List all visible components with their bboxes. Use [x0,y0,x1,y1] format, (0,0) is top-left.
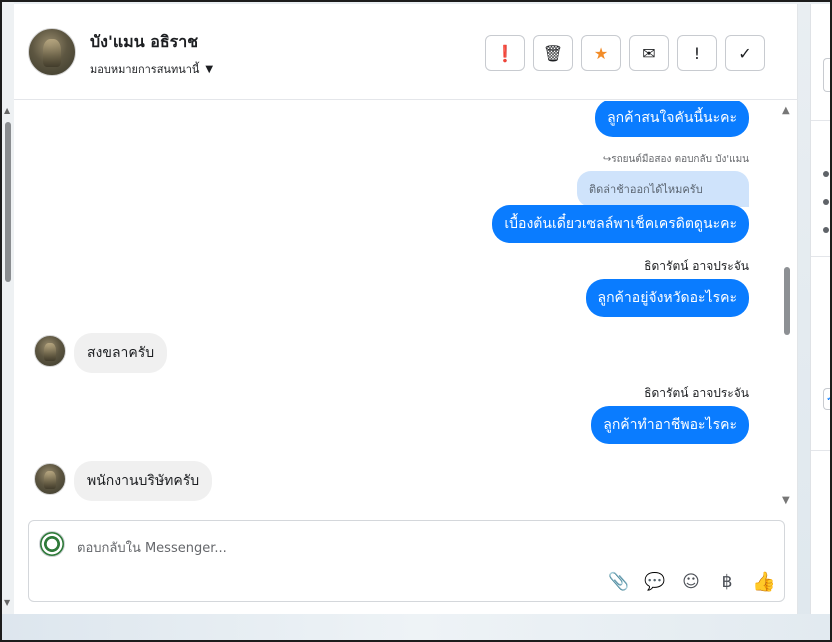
assign-label: มอบหมายการสนทนานี้ [90,63,200,76]
scroll-up-arrow[interactable]: ▲ [4,106,10,115]
assign-conversation-dropdown[interactable]: มอบหมายการสนทนานี้ ▼ [90,60,213,78]
envelope-icon: ✉ [642,43,656,63]
contact-avatar-small[interactable] [34,335,66,367]
like-icon[interactable]: 👍 [752,570,776,593]
composer-actions: 📎 💬 ☺ ฿ 👍 [608,570,776,593]
location-icon [823,199,829,205]
divider [811,256,830,257]
saved-replies-icon[interactable]: 💬 [644,572,666,592]
scroll-up-arrow[interactable]: ▲ [782,105,790,116]
divider [811,450,830,451]
trash-icon: 🗑 [542,43,564,63]
message-scroll-thumb[interactable] [784,267,790,335]
attach-icon[interactable]: 📎 [608,572,630,592]
payment-icon[interactable]: ฿ [716,572,738,592]
sender-name: ธิดารัตน์ อาจประจัน [644,259,749,273]
reply-meta: ↪รถยนต์มือสอง ตอบกลับ บัง'แมน [602,154,749,165]
page-logo-icon [39,531,65,557]
info-icon [823,171,829,177]
sender-name: ธิดารัตน์ อาจประจัน [644,386,749,400]
caret-down-icon: ▼ [205,63,214,75]
delete-button[interactable]: 🗑 [533,35,573,71]
app-window: ▲ ▼ บัง'แมน อธิราช มอบหมายการสนทนานี้ ▼ … [0,0,832,642]
reply-composer[interactable]: ตอบกลับใน Messenger... 📎 💬 ☺ ฿ 👍 [28,520,785,602]
desktop-background [2,614,830,640]
mark-done-button[interactable]: ✓ [725,35,765,71]
contact-avatar[interactable] [28,28,76,76]
message-bubble-outgoing[interactable]: เบื้องต้นเดี๋ยวเซลล์พาเช็คเครดิตดูนะคะ [492,205,749,243]
message-bubble-incoming[interactable]: พนักงานบริษัทครับ [74,461,213,501]
scroll-down-arrow[interactable]: ▼ [4,598,10,607]
star-icon: ★ [593,43,609,63]
contact-avatar-small[interactable] [34,463,66,495]
check-icon: ✓ [738,43,752,63]
checkbox[interactable]: ✓ [823,388,830,410]
divider [811,120,830,121]
message-list[interactable]: ลูกค้าสนใจคันนี้นะคะ ↪รถยนต์มือสอง ตอบกล… [14,101,784,513]
spam-button[interactable]: ❗ [485,35,525,71]
reply-arrow-icon: ↪ [602,154,612,165]
mark-unread-button[interactable]: ✉ [629,35,669,71]
quoted-message[interactable]: ติดล่าช้าออกได้ไหมครับ [577,171,749,207]
message-bubble-outgoing[interactable]: ลูกค้าทำอาชีพอะไรคะ [591,406,749,444]
page-scroll-thumb[interactable] [5,122,11,282]
message-bubble-incoming[interactable]: สงขลาครับ [74,333,168,373]
reply-input[interactable]: ตอบกลับใน Messenger... [77,537,227,558]
exclamation-icon: ! [693,43,701,63]
page-scrollbar[interactable]: ▲ ▼ [2,2,14,614]
message-bubble-outgoing[interactable]: ลูกค้าอยู่จังหวัดอะไรคะ [585,279,749,317]
alert-circle-icon: ❗ [495,43,515,63]
message-bubble-outgoing[interactable]: ลูกค้าสนใจคันนี้นะคะ [595,101,749,137]
follow-up-button[interactable]: ! [677,35,717,71]
details-field[interactable] [823,58,830,92]
conversation-panel: บัง'แมน อธิราช มอบหมายการสนทนานี้ ▼ ❗ 🗑 … [14,4,798,614]
message-scrollbar[interactable]: ▲ ▼ [781,101,793,513]
star-button[interactable]: ★ [581,35,621,71]
conversation-toolbar: ❗ 🗑 ★ ✉ ! ✓ [485,35,765,71]
emoji-icon[interactable]: ☺ [680,572,702,592]
scroll-down-arrow[interactable]: ▼ [782,495,790,506]
conversation-header: บัง'แมน อธิราช มอบหมายการสนทนานี้ ▼ ❗ 🗑 … [14,4,798,100]
contact-name[interactable]: บัง'แมน อธิราช [90,30,198,55]
location-icon [823,227,829,233]
details-sidebar: ✓ [810,4,830,614]
